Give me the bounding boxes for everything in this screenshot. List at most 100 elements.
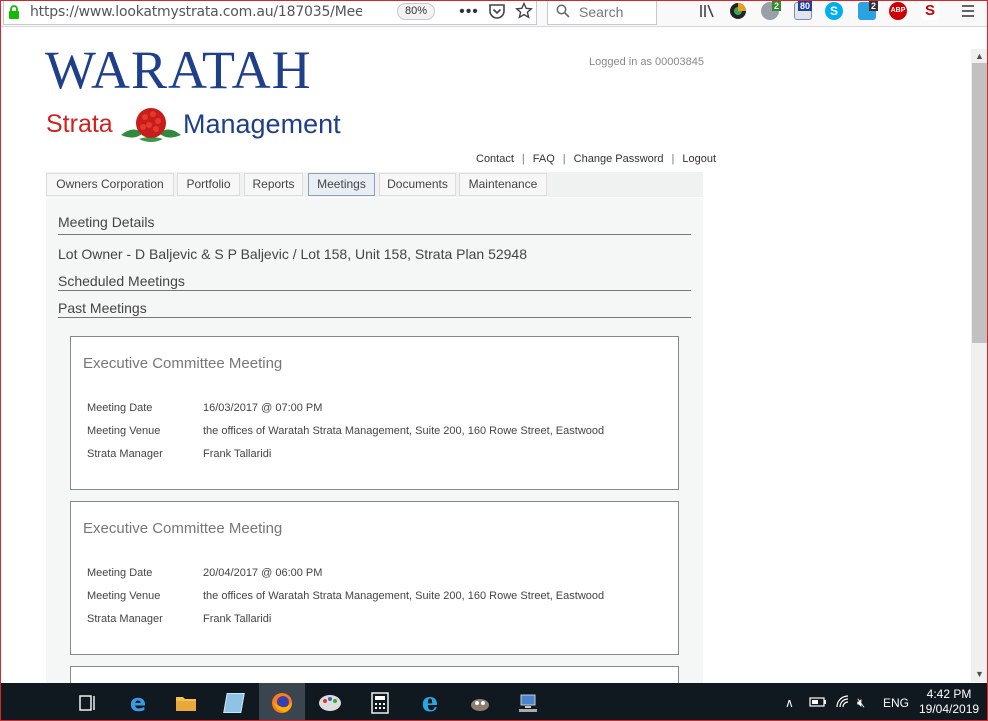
vertical-scrollbar[interactable]: ▲ ▼ bbox=[971, 49, 987, 682]
browser-toolbar: https://www.lookatmystrata.com.au/187035… bbox=[1, 1, 987, 27]
section-title: Meeting Details bbox=[58, 214, 155, 230]
logo-title[interactable]: WARATAH bbox=[45, 42, 312, 98]
url-text[interactable]: https://www.lookatmystrata.com.au/187035… bbox=[30, 4, 362, 20]
scroll-up-arrow-icon[interactable]: ▲ bbox=[974, 51, 985, 61]
tab-meetings[interactable]: Meetings bbox=[308, 173, 375, 196]
strata-manager-row: Strata Manager Frank Tallaridi bbox=[87, 613, 271, 625]
tab-documents[interactable]: Documents bbox=[379, 173, 456, 196]
bookmark-star-icon[interactable] bbox=[515, 2, 533, 20]
pocket-icon[interactable] bbox=[488, 2, 506, 20]
notes-app-button[interactable] bbox=[211, 683, 257, 720]
task-view-button[interactable] bbox=[65, 683, 111, 720]
meeting-date-value: 20/04/2017 @ 06:00 PM bbox=[203, 567, 323, 579]
waratah-flower-icon bbox=[121, 108, 181, 142]
stumbleupon-icon[interactable]: S bbox=[921, 2, 939, 20]
hamburger-menu-icon[interactable] bbox=[959, 2, 977, 20]
calculator-button[interactable] bbox=[357, 683, 403, 720]
meeting-venue-label: Meeting Venue bbox=[87, 425, 161, 437]
meeting-date-row: Meeting Date 20/04/2017 @ 06:00 PM bbox=[87, 567, 322, 579]
network-computer-icon bbox=[519, 694, 537, 712]
meeting-title: Executive Committee Meeting bbox=[83, 355, 283, 372]
contact-link[interactable]: Contact bbox=[476, 153, 514, 165]
meeting-venue-row: Meeting Venue the offices of Waratah Str… bbox=[87, 425, 604, 437]
edge-icon: e bbox=[129, 688, 147, 717]
firefox-icon bbox=[272, 692, 292, 713]
logo-management: Management bbox=[183, 109, 341, 139]
file-explorer-button[interactable] bbox=[163, 683, 209, 720]
tab-reports[interactable]: Reports bbox=[244, 173, 303, 196]
scheduled-meetings-title[interactable]: Scheduled Meetings bbox=[58, 273, 185, 289]
web-page: WARATAH Strata Management Logged in as 0… bbox=[1, 28, 971, 683]
gimp-icon bbox=[471, 698, 489, 711]
notes-icon bbox=[223, 692, 245, 713]
internet-explorer-button[interactable]: e bbox=[407, 683, 453, 720]
tab-maintenance[interactable]: Maintenance bbox=[459, 173, 547, 196]
scroll-down-arrow-icon[interactable]: ▼ bbox=[974, 669, 985, 679]
search-box[interactable]: Search bbox=[547, 1, 657, 25]
meeting-date-row: Meeting Date 16/03/2017 @ 07:00 PM bbox=[87, 402, 322, 414]
faq-link[interactable]: FAQ bbox=[533, 153, 555, 165]
skype-icon[interactable]: S bbox=[825, 2, 843, 20]
meeting-card: Executive Committee Meeting Meeting Date… bbox=[70, 336, 679, 490]
extension-badge-dark: 2 bbox=[869, 1, 879, 11]
change-password-link[interactable]: Change Password bbox=[574, 153, 664, 165]
top-links: Contact | FAQ | Change Password | Logout bbox=[476, 153, 716, 165]
divider bbox=[58, 317, 691, 318]
volume-muted-icon[interactable]: 🔇︎ bbox=[857, 683, 865, 720]
search-placeholder: Search bbox=[579, 4, 624, 20]
paint-app-button[interactable] bbox=[307, 683, 353, 720]
battery-icon[interactable] bbox=[809, 695, 827, 709]
calculator-icon bbox=[371, 691, 389, 714]
wifi-icon[interactable] bbox=[835, 694, 851, 710]
main-nav: Owners Corporation Portfolio Reports Mee… bbox=[46, 172, 703, 197]
tab-portfolio[interactable]: Portfolio bbox=[177, 173, 240, 196]
meeting-card-partial bbox=[70, 666, 679, 683]
past-meetings-title[interactable]: Past Meetings bbox=[58, 300, 147, 316]
strata-manager-value: Frank Tallaridi bbox=[203, 448, 272, 460]
lot-owner-text: Lot Owner - D Baljevic & S P Baljevic / … bbox=[58, 246, 527, 262]
scrollbar-thumb[interactable] bbox=[972, 63, 987, 343]
meeting-venue-value: the offices of Waratah Strata Management… bbox=[203, 590, 605, 602]
divider bbox=[58, 234, 691, 235]
language-indicator[interactable]: ENG bbox=[883, 683, 909, 720]
browser-window: https://www.lookatmystrata.com.au/187035… bbox=[0, 0, 988, 721]
link-separator: | bbox=[562, 153, 566, 165]
windows-taskbar: e e ∧ 🔇︎ ENG 4:42 PM 19/04/2019 bbox=[1, 683, 987, 720]
logo-strata: Strata bbox=[46, 110, 113, 138]
gimp-button[interactable] bbox=[457, 683, 503, 720]
strata-manager-label: Strata Manager bbox=[87, 613, 163, 625]
library-icon[interactable] bbox=[698, 2, 716, 20]
task-view-icon bbox=[79, 694, 95, 711]
page-actions-icon[interactable]: ••• bbox=[459, 1, 479, 23]
tab-owners-corporation[interactable]: Owners Corporation bbox=[46, 173, 174, 196]
url-bar[interactable]: https://www.lookatmystrata.com.au/187035… bbox=[3, 1, 537, 25]
system-clock[interactable]: 4:42 PM 19/04/2019 bbox=[919, 687, 979, 717]
meeting-venue-row: Meeting Venue the offices of Waratah Str… bbox=[87, 590, 604, 602]
search-icon bbox=[556, 4, 570, 18]
clock-time: 4:42 PM bbox=[926, 687, 972, 701]
extension-badge-green: 2 bbox=[772, 1, 782, 11]
meeting-card: Executive Committee Meeting Meeting Date… bbox=[70, 501, 679, 655]
internet-explorer-icon: e bbox=[421, 687, 439, 718]
lock-icon bbox=[9, 5, 19, 19]
edge-button[interactable]: e bbox=[115, 683, 161, 720]
adblock-plus-icon[interactable]: ABP bbox=[889, 2, 907, 20]
zoom-indicator[interactable]: 80% bbox=[397, 3, 435, 20]
clock-date: 19/04/2019 bbox=[919, 702, 980, 716]
link-separator: | bbox=[521, 153, 525, 165]
strata-manager-label: Strata Manager bbox=[87, 448, 163, 460]
firefox-button[interactable] bbox=[259, 683, 305, 720]
logout-link[interactable]: Logout bbox=[682, 153, 716, 165]
paint-icon bbox=[319, 694, 341, 711]
folder-icon bbox=[176, 696, 196, 711]
color-picker-icon[interactable] bbox=[729, 2, 747, 20]
meeting-details-panel: Meeting Details Lot Owner - D Baljevic &… bbox=[46, 198, 703, 683]
network-app-button[interactable] bbox=[505, 683, 551, 720]
logged-in-status: Logged in as 00003845 bbox=[589, 56, 704, 68]
tray-chevron-icon[interactable]: ∧ bbox=[785, 683, 794, 720]
meeting-date-label: Meeting Date bbox=[87, 402, 153, 414]
strata-manager-value: Frank Tallaridi bbox=[203, 613, 272, 625]
strata-manager-row: Strata Manager Frank Tallaridi bbox=[87, 448, 271, 460]
extension-badge-blue: 80 bbox=[798, 1, 813, 11]
meeting-venue-value: the offices of Waratah Strata Management… bbox=[203, 425, 605, 437]
